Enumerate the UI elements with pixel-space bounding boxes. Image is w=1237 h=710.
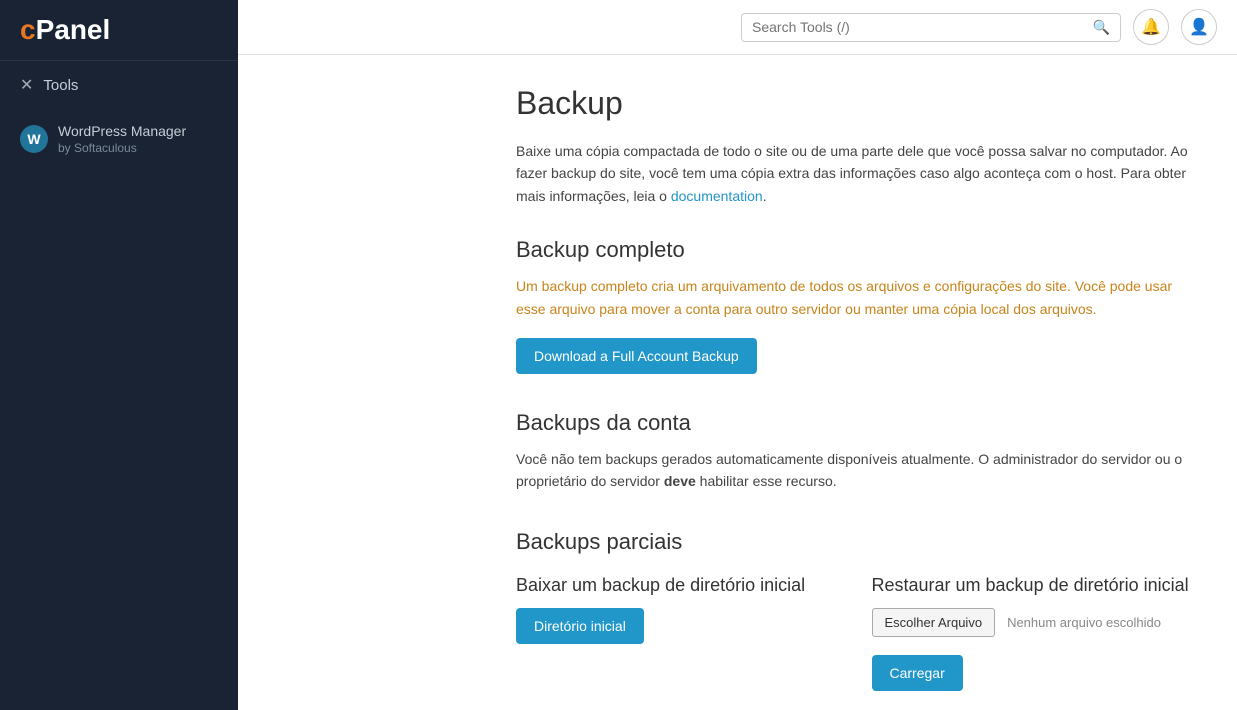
backup-completo-title: Backup completo xyxy=(516,237,1197,263)
backups-conta-text-bold: deve xyxy=(664,473,696,489)
bell-icon: 🔔 xyxy=(1141,17,1161,37)
intro-text-start: Baixe uma cópia compactada de todo o sit… xyxy=(516,143,1188,204)
main-content: Backup Baixe uma cópia compactada de tod… xyxy=(476,55,1237,710)
sidebar-item-tools-label: Tools xyxy=(43,77,78,94)
backups-parciais-section: Backups parciais Baixar um backup de dir… xyxy=(516,529,1197,691)
diretorio-inicial-button[interactable]: Diretório inicial xyxy=(516,608,644,644)
backups-conta-title: Backups da conta xyxy=(516,410,1197,436)
search-icon-button[interactable]: 🔍 xyxy=(1093,19,1110,36)
search-box[interactable]: 🔍 xyxy=(741,13,1121,42)
restaurar-title: Restaurar um backup de diretório inicial xyxy=(872,575,1198,596)
tools-icon: ✕ xyxy=(20,75,33,95)
intro-text: Baixe uma cópia compactada de todo o sit… xyxy=(516,140,1197,207)
no-file-label: Nenhum arquivo escolhido xyxy=(1007,615,1161,630)
baixar-col: Baixar um backup de diretório inicial Di… xyxy=(516,575,842,691)
carregar-button[interactable]: Carregar xyxy=(872,655,963,691)
logo-area: cPanel xyxy=(0,0,238,61)
page-title: Backup xyxy=(516,85,1197,122)
doc-link[interactable]: documentation xyxy=(671,188,763,204)
search-input[interactable] xyxy=(752,19,1093,35)
backups-conta-section: Backups da conta Você não tem backups ge… xyxy=(516,410,1197,493)
download-full-backup-button[interactable]: Download a Full Account Backup xyxy=(516,338,757,374)
wordpress-text: WordPress Manager by Softaculous xyxy=(58,123,186,155)
restaurar-col: Restaurar um backup de diretório inicial… xyxy=(872,575,1198,691)
backups-conta-text: Você não tem backups gerados automaticam… xyxy=(516,448,1197,493)
user-menu-button[interactable]: 👤 xyxy=(1181,9,1217,45)
wordpress-title: WordPress Manager xyxy=(58,123,186,139)
sidebar-item-tools[interactable]: ✕ Tools xyxy=(0,61,238,109)
logo-c: c xyxy=(20,14,36,45)
header: 🔍 🔔 👤 xyxy=(238,0,1237,55)
backups-conta-text-start: Você não tem backups gerados automaticam… xyxy=(516,451,1182,489)
intro-text-end: . xyxy=(763,188,767,204)
logo-panel: Panel xyxy=(36,14,111,45)
file-chooser-row: Escolher Arquivo Nenhum arquivo escolhid… xyxy=(872,608,1198,637)
partial-grid: Baixar um backup de diretório inicial Di… xyxy=(516,575,1197,691)
wordpress-logo: W xyxy=(20,125,48,153)
user-icon: 👤 xyxy=(1189,17,1209,37)
wordpress-subtitle: by Softaculous xyxy=(58,141,186,155)
cpanel-logo: cPanel xyxy=(20,14,218,46)
backups-parciais-title: Backups parciais xyxy=(516,529,1197,555)
notifications-button[interactable]: 🔔 xyxy=(1133,9,1169,45)
baixar-title: Baixar um backup de diretório inicial xyxy=(516,575,842,596)
backups-conta-text-end: habilitar esse recurso. xyxy=(696,473,837,489)
sidebar: cPanel ✕ Tools W WordPress Manager by So… xyxy=(0,0,238,710)
choose-file-button[interactable]: Escolher Arquivo xyxy=(872,608,996,637)
backup-completo-desc: Um backup completo cria um arquivamento … xyxy=(516,275,1197,320)
backup-completo-section: Backup completo Um backup completo cria … xyxy=(516,237,1197,374)
sidebar-item-wordpress[interactable]: W WordPress Manager by Softaculous xyxy=(0,109,238,169)
